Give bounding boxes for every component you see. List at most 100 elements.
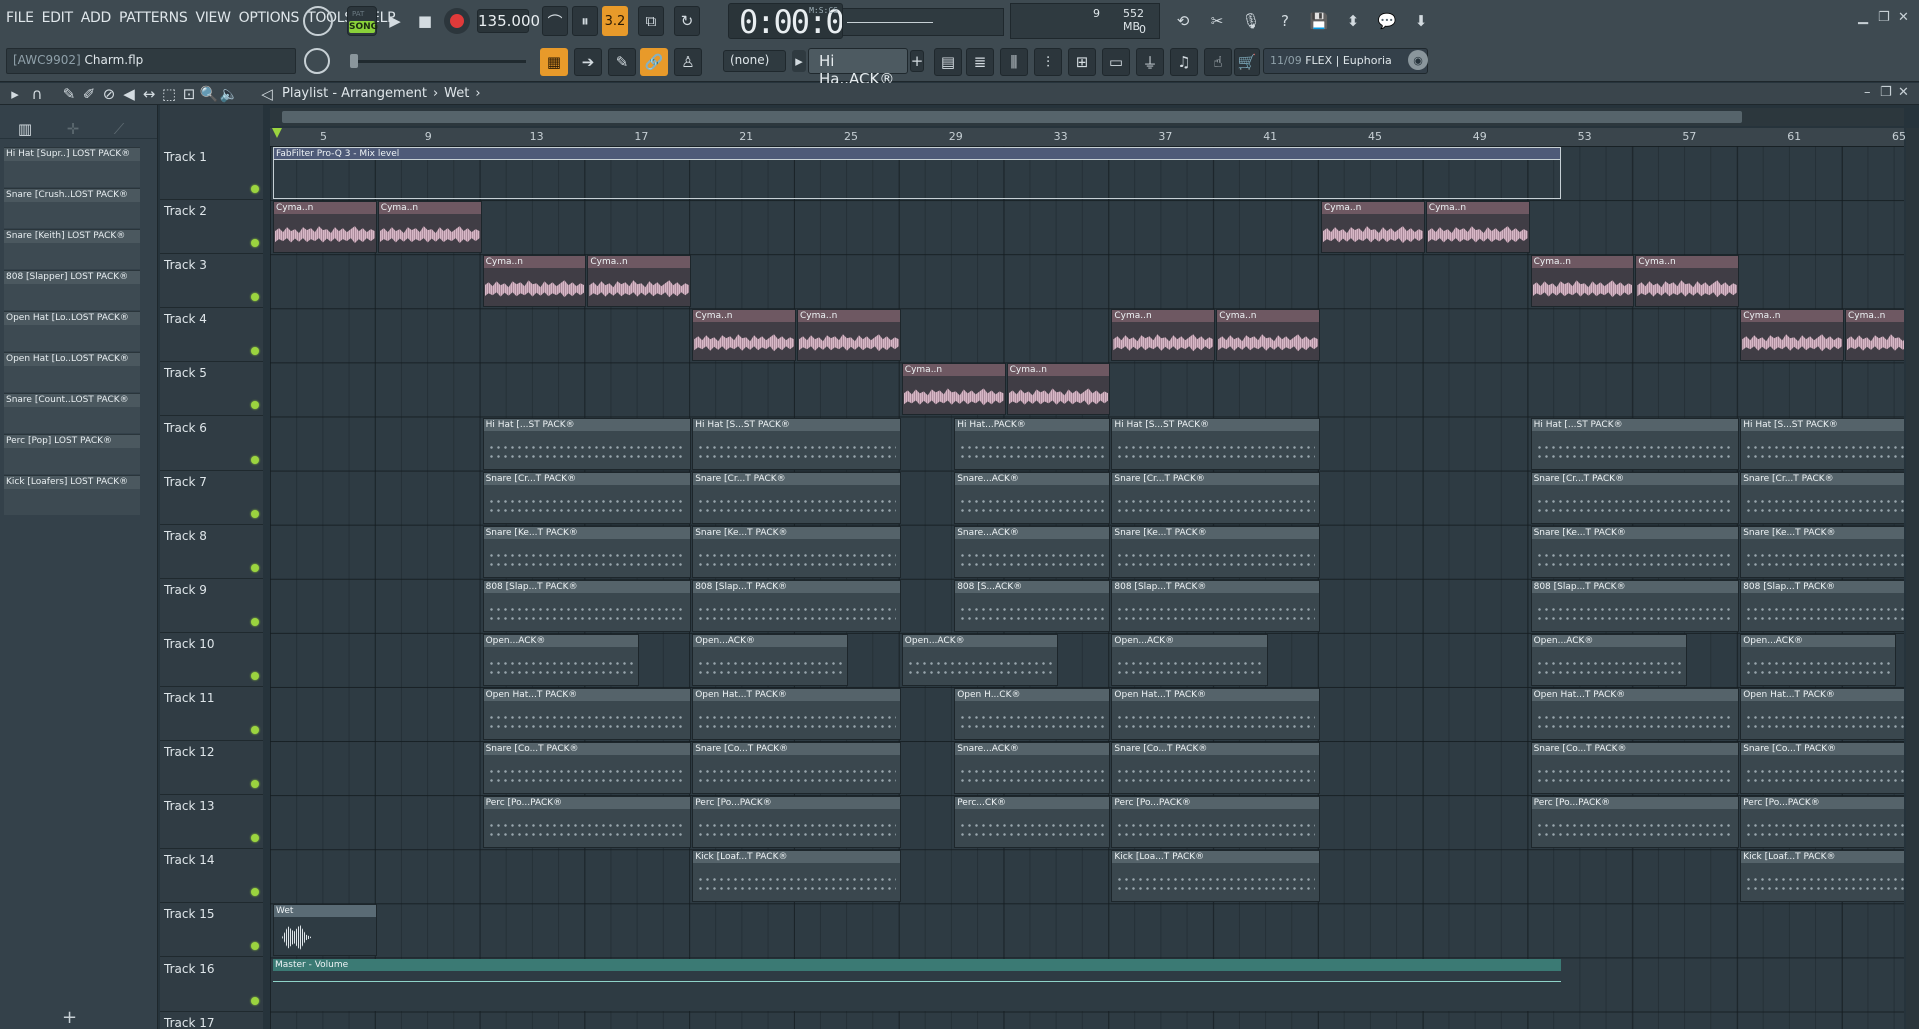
track-header[interactable]: Track 9 bbox=[160, 579, 263, 633]
pattern-clip[interactable]: Snare [Ke...T PACK® bbox=[1111, 525, 1320, 578]
pattern-clip[interactable]: Snare [Cr...T PACK® bbox=[1740, 471, 1904, 524]
track-enable-icon[interactable] bbox=[251, 942, 259, 951]
save-icon[interactable]: 💾 bbox=[1306, 6, 1332, 36]
breadcrumb-wet[interactable]: Wet bbox=[444, 86, 469, 101]
add-pattern-icon[interactable]: + bbox=[910, 50, 924, 72]
close-icon[interactable]: ✕ bbox=[1898, 10, 1909, 25]
snap-button[interactable]: 3.2 bbox=[602, 6, 628, 36]
scroll-thumb[interactable] bbox=[282, 111, 1742, 123]
track-header[interactable]: Track 1 bbox=[160, 146, 263, 200]
track-enable-icon[interactable] bbox=[251, 888, 259, 897]
track-enable-icon[interactable] bbox=[251, 509, 259, 518]
pattern-clip[interactable]: Snare [Co...T PACK® bbox=[692, 742, 901, 795]
speaker-tool-icon[interactable]: 🔈 bbox=[220, 85, 239, 103]
pattern-clip[interactable]: Hi Hat [...ST PACK® bbox=[482, 417, 692, 470]
microphone-icon[interactable]: 🎙 bbox=[1238, 6, 1264, 36]
audio-clip[interactable]: Cyma..n bbox=[1530, 255, 1635, 308]
pattern-clip[interactable]: Open Hat...T PACK® bbox=[1111, 688, 1320, 740]
track-header[interactable]: Track 14 bbox=[160, 849, 263, 904]
loop-record-icon[interactable]: ↻ bbox=[674, 6, 700, 36]
track-header[interactable]: Track 8 bbox=[160, 525, 263, 579]
plugin-icon[interactable]: ⏚ bbox=[1136, 48, 1164, 76]
faders-icon[interactable]: ⫶ bbox=[1034, 48, 1062, 76]
files-icon[interactable]: ▭ bbox=[1102, 48, 1130, 76]
track-header[interactable]: Track 11 bbox=[160, 687, 263, 741]
pattern-clip[interactable]: Open...ACK® bbox=[901, 633, 1058, 686]
chat-icon[interactable]: 💬 bbox=[1374, 6, 1400, 36]
channel-rack-icon[interactable]: ▤ bbox=[934, 48, 962, 76]
track-header[interactable]: Track 5 bbox=[160, 362, 263, 417]
track-enable-icon[interactable] bbox=[251, 671, 259, 680]
menu-patterns[interactable]: PATTERNS bbox=[119, 10, 188, 26]
audio-clip[interactable]: Cyma..n bbox=[1321, 201, 1425, 254]
stop-icon[interactable]: ■ bbox=[410, 6, 440, 36]
menu-options[interactable]: OPTIONS bbox=[239, 10, 300, 26]
automation-clip[interactable]: FabFilter Pro-Q 3 - Mix level bbox=[273, 147, 1561, 199]
paint-tool-icon[interactable]: ✐ bbox=[80, 85, 98, 103]
audio-clip[interactable]: Cyma..n bbox=[692, 309, 796, 362]
picker-item[interactable]: 808 [Slapper] LOST PACK® bbox=[4, 270, 140, 310]
picker-item[interactable]: Hi Hat [Supr..] LOST PACK® bbox=[4, 147, 140, 187]
pitch-knob[interactable] bbox=[304, 48, 330, 74]
pattern-clip[interactable]: Open H...CK® bbox=[954, 688, 1111, 740]
picker-item[interactable]: Open Hat [Lo..LOST PACK® bbox=[4, 311, 140, 351]
select-tool-icon[interactable]: ⬚ bbox=[160, 85, 178, 103]
pattern-clip[interactable]: Perc [Po...PACK® bbox=[692, 796, 901, 849]
pattern-clip[interactable]: 808 [Slap...T PACK® bbox=[1530, 579, 1740, 632]
maximize-icon[interactable]: ❐ bbox=[1878, 10, 1890, 25]
none-selector[interactable]: (none) bbox=[723, 50, 786, 72]
track-enable-icon[interactable] bbox=[251, 239, 259, 248]
stamp-icon[interactable]: ♙ bbox=[674, 48, 702, 76]
timeline-ruler[interactable]: 5913172125293337414549535761656973778185… bbox=[270, 128, 1906, 146]
pattern-clip[interactable]: Open...ACK® bbox=[1740, 633, 1897, 686]
mixer-icon[interactable]: ⫼ bbox=[1000, 48, 1028, 76]
track-enable-icon[interactable] bbox=[251, 563, 259, 572]
pattern-clip[interactable]: 808 [Slap...T PACK® bbox=[1111, 579, 1320, 632]
menu-file[interactable]: FILE bbox=[6, 10, 34, 26]
picker-item[interactable]: Open Hat [Lo..LOST PACK® bbox=[4, 352, 140, 392]
pattern-clip[interactable]: Kick [Loa...T PACK® bbox=[1111, 850, 1320, 903]
playlist-close-icon[interactable]: ✕ bbox=[1898, 85, 1909, 100]
link-icon[interactable]: 🔗 bbox=[640, 48, 668, 76]
track-header[interactable]: Track 3 bbox=[160, 254, 263, 309]
record-button[interactable] bbox=[444, 8, 470, 34]
audio-clip[interactable]: Cyma..n bbox=[1740, 309, 1844, 362]
pattern-clip[interactable]: Hi Hat [S...ST PACK® bbox=[1111, 417, 1320, 470]
audio-clip[interactable]: Cyma..n bbox=[1216, 309, 1320, 362]
track-enable-icon[interactable] bbox=[251, 780, 259, 789]
pattern-clip[interactable]: 808 [Slap...T PACK® bbox=[482, 579, 692, 632]
flex-preset-display[interactable]: 11/09 FLEX | Euphoria bbox=[1263, 48, 1428, 74]
track-header[interactable]: Track 12 bbox=[160, 741, 263, 796]
slip-tool-icon[interactable]: ↔ bbox=[140, 85, 158, 103]
track-header[interactable]: Track 16 bbox=[160, 958, 263, 1012]
cart-icon[interactable]: 🛒 bbox=[1234, 48, 1260, 76]
tempo-tapper-icon[interactable]: ♫ bbox=[1170, 48, 1198, 76]
pattern-clip[interactable]: Hi Hat [S...ST PACK® bbox=[1740, 417, 1904, 470]
vertical-scrollbar[interactable] bbox=[1906, 128, 1919, 1029]
pattern-clip[interactable]: Open Hat...T PACK® bbox=[482, 688, 692, 740]
audio-clip[interactable]: Cyma..n bbox=[797, 309, 901, 362]
cut-tools-icon[interactable]: ✂ bbox=[1204, 6, 1230, 36]
curve-icon[interactable]: ⟋ bbox=[108, 120, 130, 138]
track-header[interactable]: Track 6 bbox=[160, 417, 263, 471]
piano-roll-icon[interactable]: ≣ bbox=[966, 48, 994, 76]
audio-clip[interactable]: Cyma..n bbox=[273, 201, 377, 254]
piano-keys-icon[interactable]: ▥ bbox=[14, 120, 36, 138]
pattern-clip[interactable]: Perc [Po...PACK® bbox=[482, 796, 692, 849]
pattern-clip[interactable]: Perc [Po...PACK® bbox=[1111, 796, 1320, 849]
audio-clip[interactable]: Cyma..n bbox=[377, 201, 482, 254]
audio-clip[interactable]: Cyma..n bbox=[901, 363, 1006, 416]
help-icon[interactable]: ? bbox=[1272, 6, 1298, 36]
pattern-clip[interactable]: Snare [Cr...T PACK® bbox=[692, 471, 901, 524]
tempo-display[interactable]: 135.000 bbox=[477, 9, 540, 33]
prev-pattern-icon[interactable]: ▸ bbox=[792, 50, 806, 72]
pattern-clip[interactable]: Snare [Ke...T PACK® bbox=[692, 525, 901, 578]
pattern-clip[interactable]: Open...ACK® bbox=[1530, 633, 1687, 686]
pattern-clip[interactable]: Snare [Co...T PACK® bbox=[1111, 742, 1320, 795]
pattern-clip[interactable]: Perc [Po...PACK® bbox=[1530, 796, 1740, 849]
pattern-clip[interactable]: Snare [Cr...T PACK® bbox=[1111, 471, 1320, 524]
track-enable-icon[interactable] bbox=[251, 455, 259, 464]
arrow-icon[interactable]: ➔ bbox=[574, 48, 602, 76]
pattern-clip[interactable]: Snare...ACK® bbox=[954, 742, 1111, 795]
undo-icon[interactable]: ⟲ bbox=[1170, 6, 1196, 36]
